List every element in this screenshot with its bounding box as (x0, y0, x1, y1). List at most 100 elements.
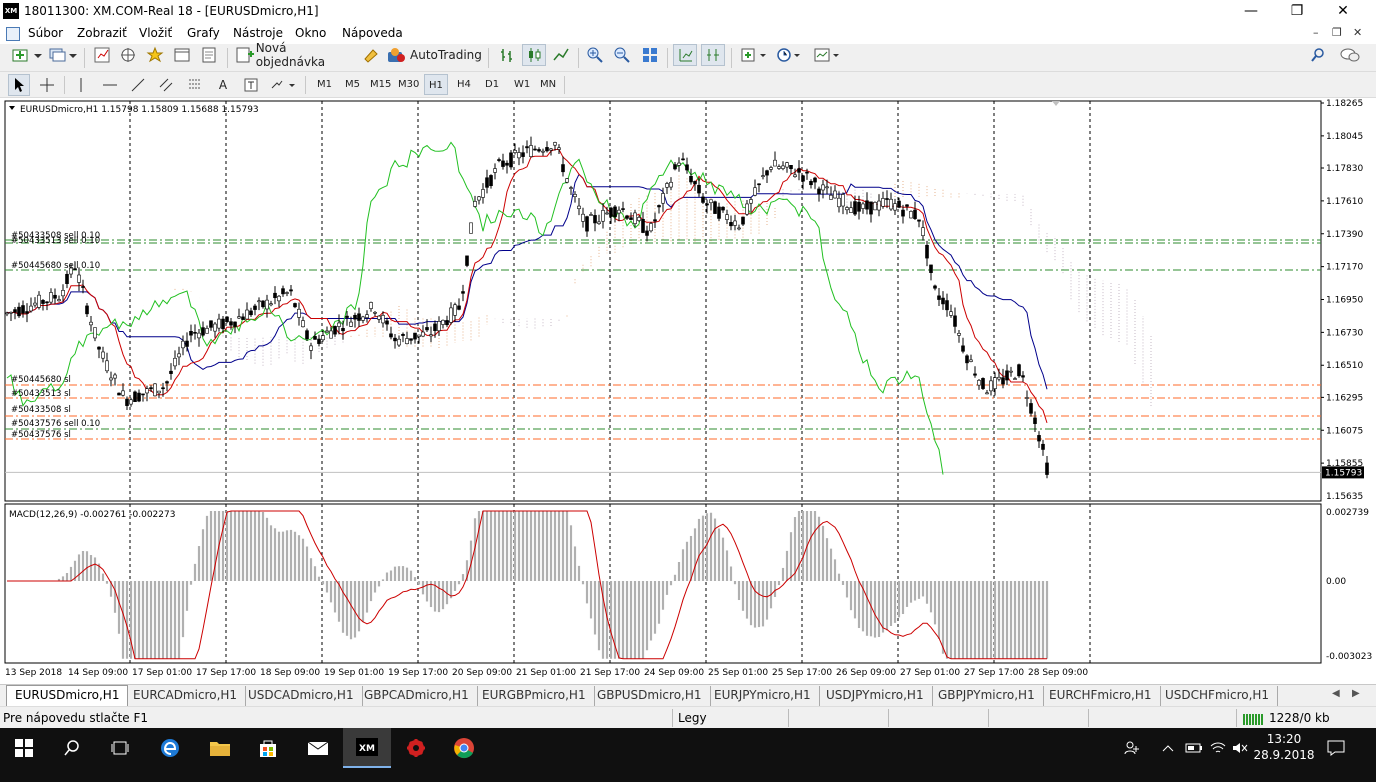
text-icon[interactable]: A (212, 74, 234, 96)
new-chart-button[interactable] (8, 44, 46, 66)
volume-mute-icon[interactable] (1228, 728, 1252, 768)
trendline-icon[interactable] (127, 74, 149, 96)
task-view-icon[interactable] (96, 728, 144, 768)
metaeditor-button[interactable] (360, 44, 382, 66)
menu-help[interactable]: Nápoveda (342, 26, 403, 40)
people-icon[interactable] (1112, 728, 1152, 768)
notifications-icon[interactable] (1318, 728, 1354, 768)
tab-gbpusdmicro[interactable]: GBPUSDmicro,H1 (589, 686, 711, 706)
candle-body (545, 147, 549, 152)
timeframe-m5[interactable]: M5 (341, 74, 364, 95)
tab-scroll-right-icon[interactable]: ▶ (1352, 688, 1360, 699)
candle-body (737, 227, 741, 230)
candle-body (225, 316, 229, 323)
mdi-minimize-button[interactable]: – (1313, 26, 1319, 39)
terminal-button[interactable] (170, 44, 194, 66)
market-watch-button[interactable] (90, 44, 114, 66)
text-label-icon[interactable] (240, 74, 262, 96)
chart-window[interactable]: 1.18265 1.18045 1.17830 1.17610 1.17390 1.171… (0, 98, 1376, 684)
minimize-button[interactable]: — (1228, 0, 1274, 24)
tab-usdjpymicro[interactable]: USDJPYmicro,H1 (818, 686, 933, 706)
candle-body (265, 299, 269, 310)
store-icon[interactable] (244, 728, 292, 768)
candle-body (609, 207, 613, 217)
fibonacci-icon[interactable] (184, 74, 206, 96)
equidistant-channel-icon[interactable] (155, 74, 177, 96)
line-chart-button[interactable] (549, 44, 573, 66)
timeframe-m15[interactable]: M15 (366, 74, 395, 95)
candle-body (885, 198, 889, 200)
navigator-button[interactable] (143, 44, 167, 66)
chart-window-icon[interactable] (6, 27, 20, 41)
crosshair-icon[interactable] (36, 74, 58, 96)
timeframe-d1[interactable]: D1 (481, 74, 503, 95)
mdi-close-button[interactable]: ✕ (1353, 26, 1362, 39)
mail-icon[interactable] (294, 728, 342, 768)
candle-body (61, 290, 65, 297)
vertical-line-icon[interactable] (70, 74, 92, 96)
timeframe-h4[interactable]: H4 (453, 74, 475, 95)
mdi-restore-button[interactable]: ❐ (1332, 26, 1342, 39)
zoom-in-button[interactable] (583, 44, 607, 66)
search-taskbar-icon[interactable] (48, 728, 96, 768)
tab-scroll-left-icon[interactable]: ◀ (1332, 688, 1340, 699)
tab-eurgbpmicro[interactable]: EURGBPmicro,H1 (474, 686, 595, 706)
zoom-out-button[interactable] (610, 44, 634, 66)
auto-scroll-button[interactable] (673, 44, 697, 66)
start-icon[interactable] (0, 728, 48, 768)
menu-insert[interactable]: Vložiť (139, 26, 172, 40)
time-label: 21 Sep 01:00 (516, 668, 576, 678)
close-button[interactable]: ✕ (1320, 0, 1366, 24)
connection-status-icon[interactable] (1242, 711, 1266, 725)
arrows-icon[interactable] (268, 74, 300, 96)
profiles-button[interactable] (47, 44, 79, 66)
candlestick-chart-button[interactable] (522, 44, 546, 66)
cursor-icon[interactable] (8, 74, 30, 96)
tab-usdcadmicro[interactable]: USDCADmicro,H1 (240, 686, 363, 706)
tab-usdchfmicro[interactable]: USDCHFmicro,H1 (1157, 686, 1279, 706)
tab-gbpjpymicro[interactable]: GBPJPYmicro,H1 (930, 686, 1044, 706)
timeframe-m1[interactable]: M1 (313, 74, 336, 95)
chevron-up-icon[interactable] (1156, 728, 1180, 768)
edge-browser-icon[interactable] (146, 728, 194, 768)
tab-eurjpymicro[interactable]: EURJPYmicro,H1 (706, 686, 820, 706)
tab-eurusdmicro[interactable]: EURUSDmicro,H1 (6, 685, 129, 707)
menu-window[interactable]: Okno (295, 26, 326, 40)
bar-chart-button[interactable] (495, 44, 519, 66)
templates-button[interactable] (810, 44, 844, 66)
tab-eurchfmicro[interactable]: EURCHFmicro,H1 (1041, 686, 1161, 706)
tile-windows-button[interactable] (638, 44, 662, 66)
tab-eurcadmicro[interactable]: EURCADmicro,H1 (125, 686, 247, 706)
horizontal-line-icon[interactable] (99, 74, 121, 96)
tab-gbpcadmicro[interactable]: GBPCADmicro,H1 (356, 686, 478, 706)
search-icon[interactable] (1306, 44, 1330, 66)
file-explorer-icon[interactable] (196, 728, 244, 768)
timeframe-h1[interactable]: H1 (424, 74, 448, 95)
strategy-tester-button[interactable] (197, 44, 221, 66)
autotrading-button[interactable]: AutoTrading (386, 44, 482, 66)
indicators-button[interactable] (737, 44, 771, 66)
candle-body (33, 302, 37, 306)
timeframe-w1[interactable]: W1 (510, 74, 534, 95)
menu-charts[interactable]: Grafy (187, 26, 220, 40)
candle-body (829, 194, 833, 200)
wifi-icon[interactable] (1206, 728, 1230, 768)
data-window-button[interactable] (116, 44, 140, 66)
menu-tools[interactable]: Nástroje (233, 26, 283, 40)
timeframe-mn[interactable]: MN (536, 74, 560, 95)
timeframe-m30[interactable]: M30 (394, 74, 423, 95)
chrome-icon[interactable] (440, 728, 488, 768)
game-app-icon[interactable] (392, 728, 440, 768)
chat-icon[interactable] (1336, 44, 1364, 66)
periods-button[interactable] (773, 44, 805, 66)
battery-icon[interactable] (1182, 728, 1206, 768)
new-order-button[interactable]: Nová objednávka (235, 41, 353, 69)
taskbar-clock[interactable]: 13:20 28.9.2018 (1252, 731, 1316, 763)
chart-shift-button[interactable] (701, 44, 725, 66)
menu-view[interactable]: Zobraziť (77, 26, 127, 40)
time-label: 27 Sep 17:00 (964, 668, 1024, 678)
xm-terminal-taskbar-icon[interactable]: XM (343, 728, 391, 768)
price-chart[interactable]: 1.18265 1.18045 1.17830 1.17610 1.17390 1.171… (0, 98, 1376, 684)
menu-file[interactable]: Súbor (28, 26, 63, 40)
maximize-button[interactable]: ❐ (1274, 0, 1320, 24)
